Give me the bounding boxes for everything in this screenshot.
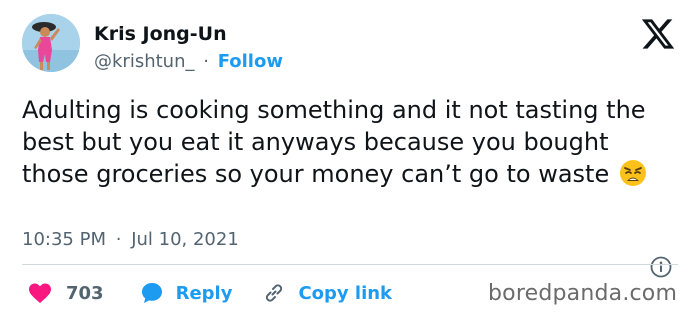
tweet-text-block: Adulting is cooking something and it not… <box>22 94 682 190</box>
boredpanda-watermark: boredpanda.com <box>488 281 678 306</box>
tweet-text: Adulting is cooking something and it not… <box>22 96 646 188</box>
copy-link-button[interactable]: Copy link <box>262 281 392 305</box>
tweet-card: Kris Jong-Un @krishtun_ · Follow Adultin… <box>0 0 700 319</box>
tweet-date: Jul 10, 2021 <box>131 229 239 250</box>
link-icon <box>266 284 283 302</box>
divider <box>22 264 678 265</box>
x-logo-icon[interactable] <box>640 16 676 52</box>
author-handle-row: @krishtun_ · Follow <box>94 50 283 74</box>
avatar[interactable] <box>22 14 80 72</box>
author-name[interactable]: Kris Jong-Un <box>94 22 227 46</box>
info-icon[interactable] <box>650 256 672 278</box>
timestamp-separator: · <box>115 229 122 250</box>
avatar-image <box>22 14 80 72</box>
reply-button[interactable]: Reply <box>140 281 233 305</box>
reply-bubble-icon <box>141 283 162 303</box>
like-button[interactable]: 703 <box>28 282 104 304</box>
weary-face-emoji-icon <box>619 159 647 187</box>
copy-link-label: Copy link <box>298 282 393 304</box>
tweet-timestamp[interactable]: 10:35 PM · Jul 10, 2021 <box>22 228 239 252</box>
author-handle[interactable]: @krishtun_ <box>94 51 195 72</box>
tweet-time: 10:35 PM <box>22 229 106 250</box>
like-count: 703 <box>66 282 104 304</box>
tweet-actions-bar: 703 Reply Copy link <box>22 280 392 306</box>
reply-label: Reply <box>175 282 233 304</box>
handle-separator: · <box>203 51 209 72</box>
follow-button[interactable]: Follow <box>218 51 283 72</box>
heart-icon <box>29 283 51 303</box>
